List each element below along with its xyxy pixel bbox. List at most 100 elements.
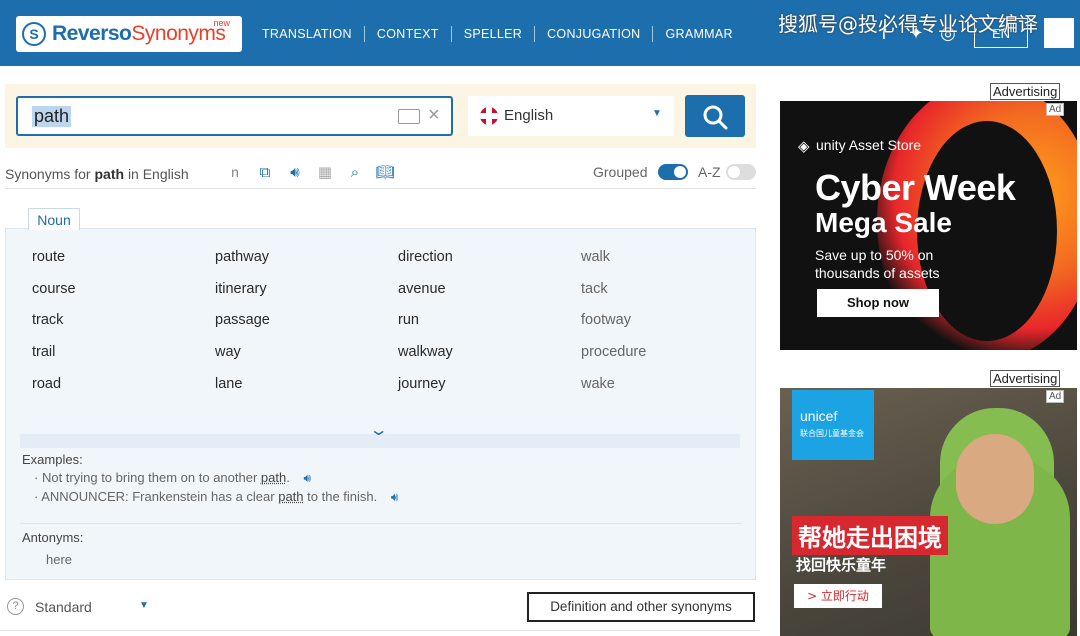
logo-new-badge: new bbox=[213, 18, 230, 28]
ad-image bbox=[956, 434, 1034, 524]
keyboard-icon[interactable] bbox=[398, 109, 420, 124]
search-icon bbox=[703, 105, 728, 130]
az-label: A-Z bbox=[698, 164, 721, 180]
speaker-icon[interactable]: 🔊︎ bbox=[303, 471, 311, 485]
synonym-link[interactable]: track bbox=[32, 312, 63, 328]
antonyms-title: Antonyms: bbox=[22, 530, 84, 545]
chevron-down-icon[interactable]: ⌄ bbox=[369, 420, 389, 440]
divider bbox=[5, 188, 756, 189]
ad-brand-sub: 联合国儿童基金会 bbox=[800, 429, 864, 438]
ad-headline: 帮她走出困境 bbox=[792, 516, 948, 555]
language-select-value: English bbox=[504, 107, 554, 124]
ad-badge[interactable]: Ad bbox=[1046, 390, 1065, 403]
synonym-link[interactable]: direction bbox=[398, 249, 453, 265]
grouped-label: Grouped bbox=[593, 164, 648, 180]
example-text: to the finish. bbox=[303, 489, 378, 504]
book-icon[interactable]: 📖︎ bbox=[375, 162, 395, 182]
synonym-link[interactable]: course bbox=[32, 281, 76, 297]
antonym-link[interactable]: here bbox=[46, 552, 72, 567]
nav-grammar[interactable]: GRAMMAR bbox=[653, 26, 744, 42]
example-sentence: · Not trying to bring them on to another… bbox=[34, 470, 312, 485]
synonym-link[interactable]: passage bbox=[215, 312, 270, 328]
divider bbox=[0, 630, 760, 631]
language-select[interactable]: English ▼ bbox=[468, 96, 674, 136]
nav-translation[interactable]: TRANSLATION bbox=[250, 26, 365, 42]
synonym-link[interactable]: route bbox=[32, 249, 65, 265]
logo-text-synonyms: Synonyms bbox=[131, 22, 226, 45]
synonym-link[interactable]: road bbox=[32, 376, 61, 392]
synonyms-heading: Synonyms for path in English bbox=[5, 166, 189, 182]
synonym-link[interactable]: walkway bbox=[398, 344, 453, 360]
unicef-ad-banner[interactable]: unicef 联合国儿童基金会 帮她走出困境 找回快乐童年 > 立即行动 bbox=[780, 388, 1077, 636]
example-text: . bbox=[286, 470, 290, 485]
ad-badge[interactable]: Ad bbox=[1046, 103, 1065, 116]
synonym-link[interactable]: way bbox=[215, 344, 241, 360]
user-account-button[interactable] bbox=[1044, 18, 1074, 48]
search-query-text[interactable]: path bbox=[32, 106, 72, 127]
example-text: Not trying to bring them on to another bbox=[41, 470, 261, 485]
chevron-down-icon: ▼ bbox=[652, 108, 662, 119]
synonyms-panel bbox=[5, 228, 756, 580]
top-header: S Reverso Synonyms new TRANSLATION CONTE… bbox=[0, 0, 1080, 66]
uk-flag-icon bbox=[480, 107, 498, 125]
synonym-link[interactable]: procedure bbox=[581, 344, 646, 360]
az-toggle[interactable] bbox=[726, 164, 756, 180]
unicef-logo: unicef 联合国儿童基金会 bbox=[792, 390, 874, 460]
speaker-icon[interactable]: 🔊︎ bbox=[391, 490, 399, 504]
synonym-link[interactable]: footway bbox=[581, 312, 631, 328]
watermark-text: 搜狐号@投必得专业论文编译 bbox=[778, 12, 1038, 36]
grouped-toggle[interactable] bbox=[658, 164, 688, 180]
tab-noun[interactable]: Noun bbox=[28, 208, 80, 230]
heading-word: path bbox=[94, 166, 125, 182]
heading-suffix: in English bbox=[127, 166, 189, 182]
reverso-synonyms-logo[interactable]: S Reverso Synonyms new bbox=[16, 16, 242, 52]
synonym-link[interactable]: trail bbox=[32, 344, 55, 360]
heading-prefix: Synonyms for bbox=[5, 166, 91, 182]
grid-icon[interactable]: ▦ bbox=[315, 162, 335, 182]
synonym-link[interactable]: wake bbox=[581, 376, 615, 392]
search-button[interactable] bbox=[685, 95, 745, 137]
example-highlight: path bbox=[278, 489, 304, 504]
nav-context[interactable]: CONTEXT bbox=[365, 26, 452, 42]
noun-filter-label[interactable]: n bbox=[225, 162, 245, 182]
nav-conjugation[interactable]: CONJUGATION bbox=[535, 26, 654, 42]
ad-body: Save up to 50% on thousands of assets bbox=[815, 247, 940, 281]
examples-title: Examples: bbox=[22, 452, 83, 467]
synonym-link[interactable]: avenue bbox=[398, 281, 446, 297]
ad-cta-button[interactable]: Shop now bbox=[817, 289, 939, 317]
synonym-link[interactable]: itinerary bbox=[215, 281, 267, 297]
unity-logo-icon: ◈ bbox=[798, 138, 810, 155]
reverso-logo-icon: S bbox=[22, 22, 46, 46]
mode-select-value[interactable]: Standard bbox=[35, 599, 92, 615]
synonym-link[interactable]: lane bbox=[215, 376, 242, 392]
ad-cta-button[interactable]: > 立即行动 bbox=[794, 584, 882, 608]
synonym-link[interactable]: journey bbox=[398, 376, 446, 392]
synonym-link[interactable]: walk bbox=[581, 249, 610, 265]
logo-text-reverso: Reverso bbox=[52, 22, 132, 45]
search-input[interactable]: path × bbox=[16, 96, 453, 136]
synonym-link[interactable]: tack bbox=[581, 281, 608, 297]
definition-button[interactable]: Definition and other synonyms bbox=[527, 592, 755, 622]
ad-headline: Mega Sale bbox=[815, 207, 952, 238]
ad-brand: unicef bbox=[800, 408, 838, 424]
ad-brand: unity Asset Store bbox=[816, 137, 922, 153]
zoom-icon[interactable]: ⌕ bbox=[345, 162, 365, 182]
help-icon[interactable]: ? bbox=[7, 598, 24, 615]
advertising-label: Advertising bbox=[990, 83, 1061, 100]
example-highlight: path bbox=[260, 470, 287, 485]
synonym-link[interactable]: pathway bbox=[215, 249, 269, 265]
clear-icon[interactable]: × bbox=[428, 104, 440, 127]
advertising-label: Advertising bbox=[990, 370, 1061, 387]
nav-speller[interactable]: SPELLER bbox=[452, 26, 536, 42]
ad-body: 找回快乐童年 bbox=[796, 556, 887, 574]
chevron-down-icon[interactable]: ▼ bbox=[139, 600, 149, 611]
unity-ad-banner[interactable]: ◈ unity Asset Store Cyber Week Mega Sale… bbox=[780, 101, 1077, 350]
example-text: ANNOUNCER: Frankenstein has a clear bbox=[41, 489, 279, 504]
example-sentence: · ANNOUNCER: Frankenstein has a clear pa… bbox=[34, 489, 399, 504]
result-tools: n ⧉ 🔊︎ ▦ ⌕ 📖︎ bbox=[225, 162, 395, 182]
ad-headline: Cyber Week bbox=[815, 167, 1016, 208]
synonym-link[interactable]: run bbox=[398, 312, 419, 328]
speaker-icon[interactable]: 🔊︎ bbox=[285, 162, 305, 182]
divider bbox=[20, 523, 742, 524]
copy-icon[interactable]: ⧉ bbox=[255, 162, 275, 182]
